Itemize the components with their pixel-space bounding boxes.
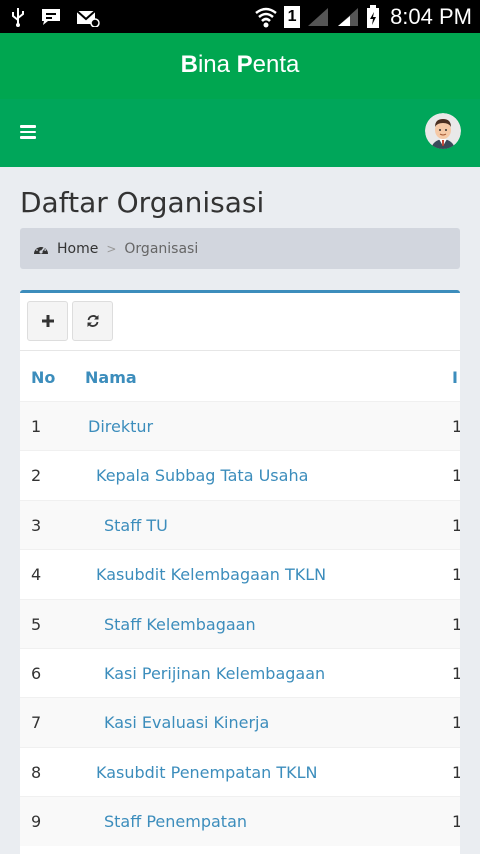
row-number: 3 <box>31 515 42 535</box>
organization-name-link[interactable]: Kasi Perijinan Kelembagaan <box>104 664 325 683</box>
app-bar: Bina Penta <box>0 33 480 99</box>
breadcrumb-home-label: Home <box>57 240 99 257</box>
row-number: 5 <box>31 614 42 634</box>
table-row: 7 Kasi Evaluasi Kinerja 1 <box>20 697 460 747</box>
row-number: 1 <box>31 417 42 436</box>
truncated-cell: 1 <box>452 713 460 732</box>
row-number: 9 <box>31 812 42 832</box>
refresh-button[interactable] <box>72 301 113 341</box>
app-title-part-1: ina <box>197 51 237 78</box>
table-row: 3 Staff TU 1 <box>20 499 460 550</box>
organization-name-link[interactable]: Kasi Evaluasi Kinerja <box>104 713 269 732</box>
table-row: 4 Kasubdit Kelembagaan TKLN 1 <box>20 549 460 598</box>
row-number: 4 <box>31 565 42 585</box>
column-header-no: No <box>31 368 56 387</box>
wifi-icon <box>255 7 277 28</box>
add-button[interactable] <box>27 301 68 341</box>
status-time: 8:04 PM <box>390 4 472 29</box>
page-title: Daftar Organisasi <box>20 186 265 219</box>
dashboard-icon <box>34 244 48 254</box>
truncated-cell: 1 <box>452 615 460 634</box>
truncated-cell: 1 <box>452 763 460 782</box>
breadcrumb-current: Organisasi <box>124 240 199 257</box>
truncated-cell: 1 <box>452 565 460 584</box>
breadcrumb-home[interactable]: Home <box>33 241 98 257</box>
table-row: 5 Staff Kelembagaan 1 <box>20 598 460 648</box>
breadcrumb: Home > Organisasi <box>20 228 460 269</box>
user-avatar[interactable] <box>425 113 461 149</box>
status-left <box>10 4 100 30</box>
voicemail-icon <box>76 10 100 27</box>
app-title-part-2: enta <box>252 51 300 78</box>
truncated-cell: 1 <box>452 516 460 535</box>
refresh-icon <box>87 315 98 327</box>
organization-name-link[interactable]: Kasubdit Kelembagaan TKLN <box>96 565 326 584</box>
app-title-initial-p: P <box>236 51 253 78</box>
row-number: 8 <box>31 762 42 782</box>
table-row: 2 Kepala Subbag Tata Usaha 1 <box>20 450 460 499</box>
organization-name-link[interactable]: Staff Kelembagaan <box>104 615 256 634</box>
organization-name-link[interactable]: Staff Penempatan <box>104 812 247 831</box>
table-row: 8 Kasubdit Penempatan TKLN 1 <box>20 746 460 796</box>
nav-bar <box>0 99 480 167</box>
organization-name-link[interactable]: Staff TU <box>104 516 168 535</box>
organization-table: No Nama I 1 Direktur 1 2 Kepala Subbag Tata … <box>20 350 460 846</box>
table-row: 1 Direktur 1 <box>20 401 460 451</box>
truncated-cell: 1 <box>452 812 460 831</box>
truncated-cell: 1 <box>452 417 460 436</box>
status-bar: 1 8:04 PM <box>0 0 480 33</box>
organization-name-link[interactable]: Kasubdit Penempatan TKLN <box>96 763 318 782</box>
row-number: 6 <box>31 663 42 683</box>
app-title-initial-b: B <box>180 51 198 78</box>
toolbar <box>27 301 113 341</box>
signal-icon <box>308 8 329 26</box>
app-title: Bina Penta <box>0 51 480 79</box>
row-number: 7 <box>31 713 42 733</box>
column-header-truncated: I <box>452 368 458 387</box>
table-row: 6 Kasi Perijinan Kelembagaan 1 <box>20 647 460 697</box>
menu-toggle-icon[interactable] <box>20 125 36 139</box>
organization-name-link[interactable]: Kepala Subbag Tata Usaha <box>96 466 308 485</box>
plus-icon <box>41 315 54 327</box>
truncated-cell: 1 <box>452 664 460 683</box>
message-icon <box>42 9 60 25</box>
table-header: No Nama I <box>20 351 460 401</box>
table-body: 1 Direktur 1 2 Kepala Subbag Tata Usaha 1 3 Sta… <box>20 401 460 846</box>
status-right: 1 8:04 PM <box>254 2 472 32</box>
row-number: 2 <box>31 466 42 486</box>
organization-name-link[interactable]: Direktur <box>88 417 153 436</box>
truncated-cell: 1 <box>452 466 460 485</box>
breadcrumb-separator: > <box>106 241 117 256</box>
usb-icon <box>12 8 24 27</box>
signal-icon <box>338 8 359 26</box>
sim-icon: 1 <box>284 6 301 28</box>
battery-icon <box>367 5 380 28</box>
organization-box: No Nama I 1 Direktur 1 2 Kepala Subbag Tata … <box>20 290 460 854</box>
table-row: 9 Staff Penempatan 1 <box>20 796 460 846</box>
column-header-nama: Nama <box>85 368 137 387</box>
